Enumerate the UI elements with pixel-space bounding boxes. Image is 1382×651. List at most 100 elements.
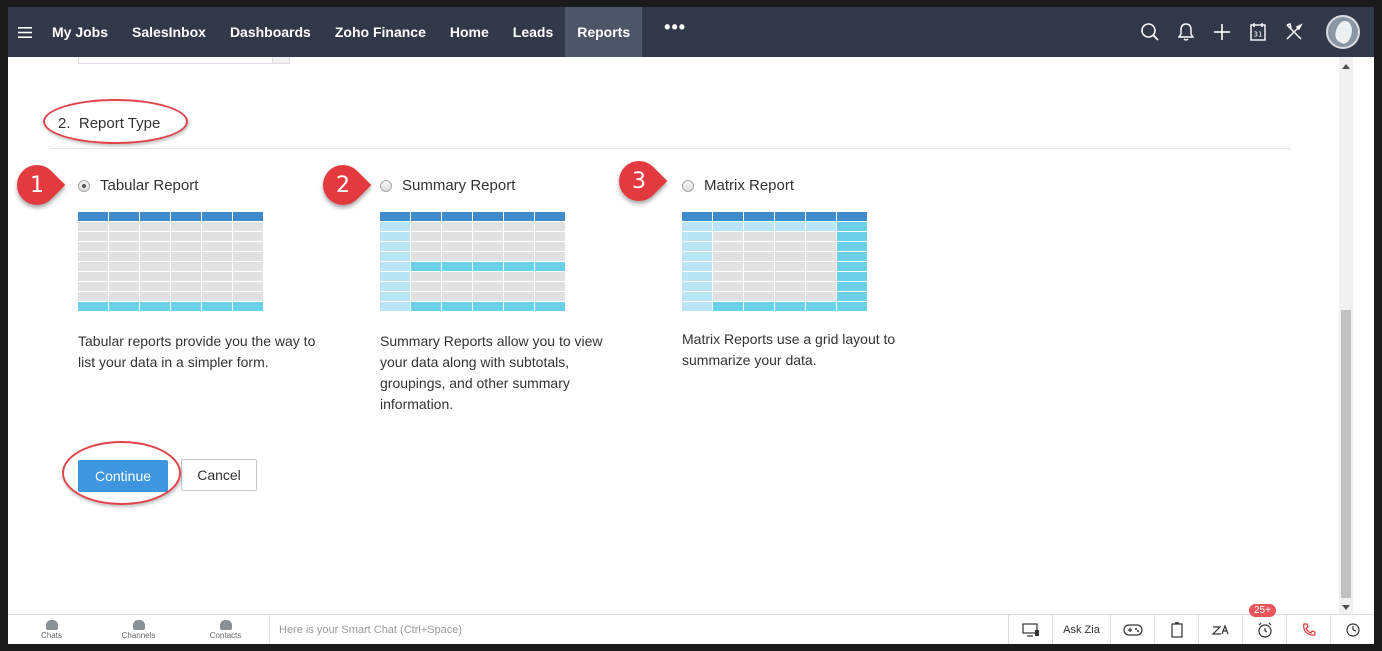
nav-my-jobs[interactable]: My Jobs [40,7,120,57]
grid-cell [140,222,170,231]
grid-cell [78,212,108,221]
grid-cell [837,232,867,241]
notes-icon[interactable] [1154,615,1198,644]
grid-cell [202,212,232,221]
grid-cell [171,252,201,261]
grid-cell [744,222,774,231]
grid-cell [473,272,503,281]
nav-zoho-finance[interactable]: Zoho Finance [323,7,438,57]
tabular-description: Tabular reports provide you the way to l… [78,333,316,370]
bell-icon[interactable] [1168,7,1204,57]
nav-reports[interactable]: Reports [565,7,643,57]
contacts-tab[interactable]: Contacts [182,615,269,644]
calendar-icon[interactable]: 31 [1240,7,1276,57]
grid-cell [233,222,263,231]
phone-icon[interactable] [1286,615,1330,644]
grid-cell [682,242,712,251]
grid-cell [535,222,565,231]
grid-cell [682,282,712,291]
grid-cell [233,212,263,221]
matrix-report-preview [682,212,868,312]
menu-icon[interactable] [10,7,40,57]
app-frame: My Jobs SalesInbox Dashboards Zoho Finan… [8,7,1374,644]
gamepad-icon[interactable] [1110,615,1154,644]
search-icon[interactable] [1132,7,1168,57]
nav-home[interactable]: Home [438,7,501,57]
grid-cell [535,272,565,281]
cancel-button[interactable]: Cancel [181,459,257,491]
grid-cell [504,282,534,291]
scrollbar-thumb[interactable] [1341,310,1351,598]
grid-cell [744,302,774,311]
grid-cell [806,212,836,221]
vertical-scrollbar[interactable] [1339,57,1353,614]
grid-cell [713,212,743,221]
option-matrix-report[interactable]: Matrix Report [682,177,794,194]
grid-cell [713,292,743,301]
grid-cell [109,242,139,251]
tools-icon[interactable] [1276,7,1312,57]
tabular-radio[interactable] [78,179,90,192]
grid-cell [78,232,108,241]
scroll-down-arrow[interactable] [1342,605,1350,610]
grid-cell [411,292,441,301]
grid-cell [775,292,805,301]
grid-cell [837,272,867,281]
grid-cell [380,302,410,311]
grid-cell [109,212,139,221]
nav-leads[interactable]: Leads [501,7,565,57]
grid-cell [233,242,263,251]
grid-cell [171,262,201,271]
option-summary-report[interactable]: Summary Report [380,177,515,194]
grid-cell [775,272,805,281]
smart-chat-input[interactable]: Here is your Smart Chat (Ctrl+Space) [270,615,1008,644]
nav-dashboards[interactable]: Dashboards [218,7,323,57]
grid-cell [171,282,201,291]
summary-radio[interactable] [380,179,392,192]
grid-cell [140,272,170,281]
alarm-icon[interactable]: 25+ [1242,604,1286,644]
section-divider [50,148,1291,149]
more-icon[interactable]: ••• [642,7,708,52]
grid-cell [837,222,867,231]
grid-cell [806,262,836,271]
grid-cell [535,302,565,311]
matrix-radio[interactable] [682,179,694,192]
grid-cell [682,292,712,301]
grid-cell [535,252,565,261]
grid-cell [713,272,743,281]
channels-tab[interactable]: Channels [95,615,182,644]
chats-tab[interactable]: Chats [8,615,95,644]
screen-icon[interactable] [1008,615,1052,644]
scroll-up-arrow[interactable] [1342,64,1350,69]
grid-cell [682,272,712,281]
zia-signature-icon[interactable] [1198,615,1242,644]
grid-cell [504,242,534,251]
grid-cell [806,282,836,291]
grid-cell [713,262,743,271]
grid-cell [171,212,201,221]
grid-cell [806,272,836,281]
avatar[interactable] [1326,15,1360,49]
grid-cell [380,262,410,271]
channels-icon [132,619,145,630]
grid-cell [713,232,743,241]
grid-cell [442,272,472,281]
grid-cell [411,232,441,241]
grid-cell [171,242,201,251]
nav-salesinbox[interactable]: SalesInbox [120,7,218,57]
grid-cell [775,212,805,221]
grid-cell [535,292,565,301]
ask-zia-button[interactable]: Ask Zia [1052,615,1110,644]
grid-cell [411,212,441,221]
grid-cell [78,302,108,311]
option-tabular-report[interactable]: Tabular Report [78,177,198,194]
grid-cell [140,242,170,251]
grid-cell [806,232,836,241]
plus-icon[interactable] [1204,7,1240,57]
grid-cell [473,302,503,311]
grid-cell [78,222,108,231]
grid-cell [744,292,774,301]
grid-cell [744,262,774,271]
history-icon[interactable] [1330,615,1374,644]
